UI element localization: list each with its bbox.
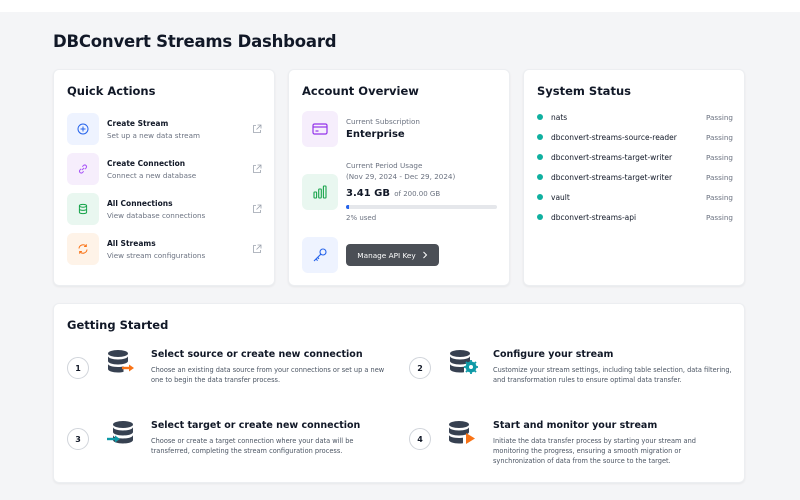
step-title: Select source or create new connection — [151, 349, 363, 360]
status-dot — [537, 174, 543, 180]
usage-percent: 2% used — [346, 214, 377, 222]
step-title: Start and monitor your stream — [493, 420, 658, 431]
service-row: dbconvert-streams-target-writer Passing — [537, 151, 733, 163]
step-title: Configure your stream — [493, 349, 614, 360]
step-number: 1 — [67, 357, 89, 379]
service-status: Passing — [705, 212, 733, 222]
service-name: dbconvert-streams-api — [551, 212, 637, 222]
service-name: vault — [551, 192, 570, 202]
usage-of: of 200.00 GB — [394, 190, 441, 198]
step-3: 3 Select target or create new connection… — [67, 420, 387, 480]
service-name: dbconvert-streams-target-writer — [551, 172, 673, 182]
bar-chart-icon — [302, 174, 338, 210]
usage-value: 3.41 GB — [346, 188, 390, 199]
service-row: nats Passing — [537, 111, 733, 123]
quick-actions-card: Quick Actions Create Stream Set up a new… — [53, 69, 275, 286]
step-1: 1 Select source or create new connection… — [67, 349, 387, 409]
service-status: Passing — [705, 132, 733, 142]
usage-progress-bar — [346, 205, 497, 209]
account-overview-title: Account Overview — [302, 84, 419, 98]
step-description: Initiate the data transfer process by st… — [493, 437, 696, 466]
external-link-icon — [251, 203, 263, 215]
step-2: 2 Configure your stream Customize your s… — [409, 349, 732, 409]
step-description: Choose an existing data source from your… — [151, 366, 385, 385]
external-link-icon — [251, 123, 263, 135]
usage-value-line: 3.41 GB of 200.00 GB — [346, 188, 440, 199]
service-name: nats — [551, 112, 568, 122]
system-status-card: System Status nats Passing dbconvert-stre… — [523, 69, 745, 286]
api-button-label: Manage API Key — [357, 250, 416, 260]
status-dot — [537, 114, 543, 120]
usage-period: (Nov 29, 2024 - Dec 29, 2024) — [346, 172, 456, 181]
service-name: dbconvert-streams-source-reader — [551, 132, 677, 142]
quick-actions-title: Quick Actions — [67, 84, 156, 98]
qa-sub: View stream configurations — [107, 250, 206, 260]
create-stream-action[interactable]: Create Stream Set up a new data stream — [67, 113, 263, 145]
service-row: vault Passing — [537, 191, 733, 203]
refresh-icon — [67, 233, 99, 265]
create-connection-action[interactable]: Create Connection Connect a new database — [67, 153, 263, 185]
key-icon — [302, 237, 338, 273]
step-4: 4 Start and monitor your stream Initiate… — [409, 420, 729, 480]
all-streams-action[interactable]: All Streams View stream configurations — [67, 233, 263, 265]
database-import-icon — [105, 420, 137, 452]
step-title: Select target or create new connection — [151, 420, 361, 431]
system-status-title: System Status — [537, 84, 631, 98]
service-row: dbconvert-streams-target-writer Passing — [537, 171, 733, 183]
database-export-icon — [105, 349, 137, 381]
service-row: dbconvert-streams-source-reader Passing — [537, 131, 733, 143]
qa-sub: View database connections — [107, 210, 206, 220]
step-description: Customize your stream settings, includin… — [493, 366, 732, 385]
step-number: 2 — [409, 357, 431, 379]
all-connections-action[interactable]: All Connections View database connection… — [67, 193, 263, 225]
getting-started-card: Getting Started 1 Select source or creat… — [53, 303, 745, 483]
status-dot — [537, 194, 543, 200]
top-strip — [0, 0, 800, 12]
manage-api-key-button[interactable]: Manage API Key — [346, 244, 439, 266]
subscription-label: Current Subscription — [346, 117, 420, 126]
external-link-icon — [251, 243, 263, 255]
qa-label: All Connections — [107, 198, 173, 208]
service-status: Passing — [705, 112, 733, 122]
account-overview-card: Account Overview Current Subscription En… — [288, 69, 510, 286]
subscription-value: Enterprise — [346, 129, 405, 140]
qa-sub: Connect a new database — [107, 170, 197, 180]
qa-label: Create Connection — [107, 158, 186, 168]
service-status: Passing — [705, 152, 733, 162]
usage-label: Current Period Usage — [346, 161, 423, 170]
status-dot — [537, 134, 543, 140]
qa-sub: Set up a new data stream — [107, 130, 200, 140]
qa-label: Create Stream — [107, 118, 169, 128]
database-settings-icon — [447, 349, 479, 381]
qa-label: All Streams — [107, 238, 156, 248]
external-link-icon — [251, 163, 263, 175]
service-status: Passing — [705, 192, 733, 202]
status-dot — [537, 154, 543, 160]
service-row: dbconvert-streams-api Passing — [537, 211, 733, 223]
getting-started-title: Getting Started — [67, 318, 169, 332]
database-play-icon — [447, 420, 479, 452]
step-description: Choose or create a target connection whe… — [151, 437, 354, 456]
service-status: Passing — [705, 172, 733, 182]
chevron-right-icon — [422, 251, 427, 259]
database-icon — [67, 193, 99, 225]
credit-card-icon — [302, 111, 338, 147]
page-title: DBConvert Streams Dashboard — [53, 32, 337, 51]
step-number: 3 — [67, 428, 89, 450]
step-number: 4 — [409, 428, 431, 450]
link-icon — [67, 153, 99, 185]
usage-progress-fill — [346, 205, 350, 209]
service-name: dbconvert-streams-target-writer — [551, 152, 673, 162]
plus-circle-icon — [67, 113, 99, 145]
status-dot — [537, 214, 543, 220]
